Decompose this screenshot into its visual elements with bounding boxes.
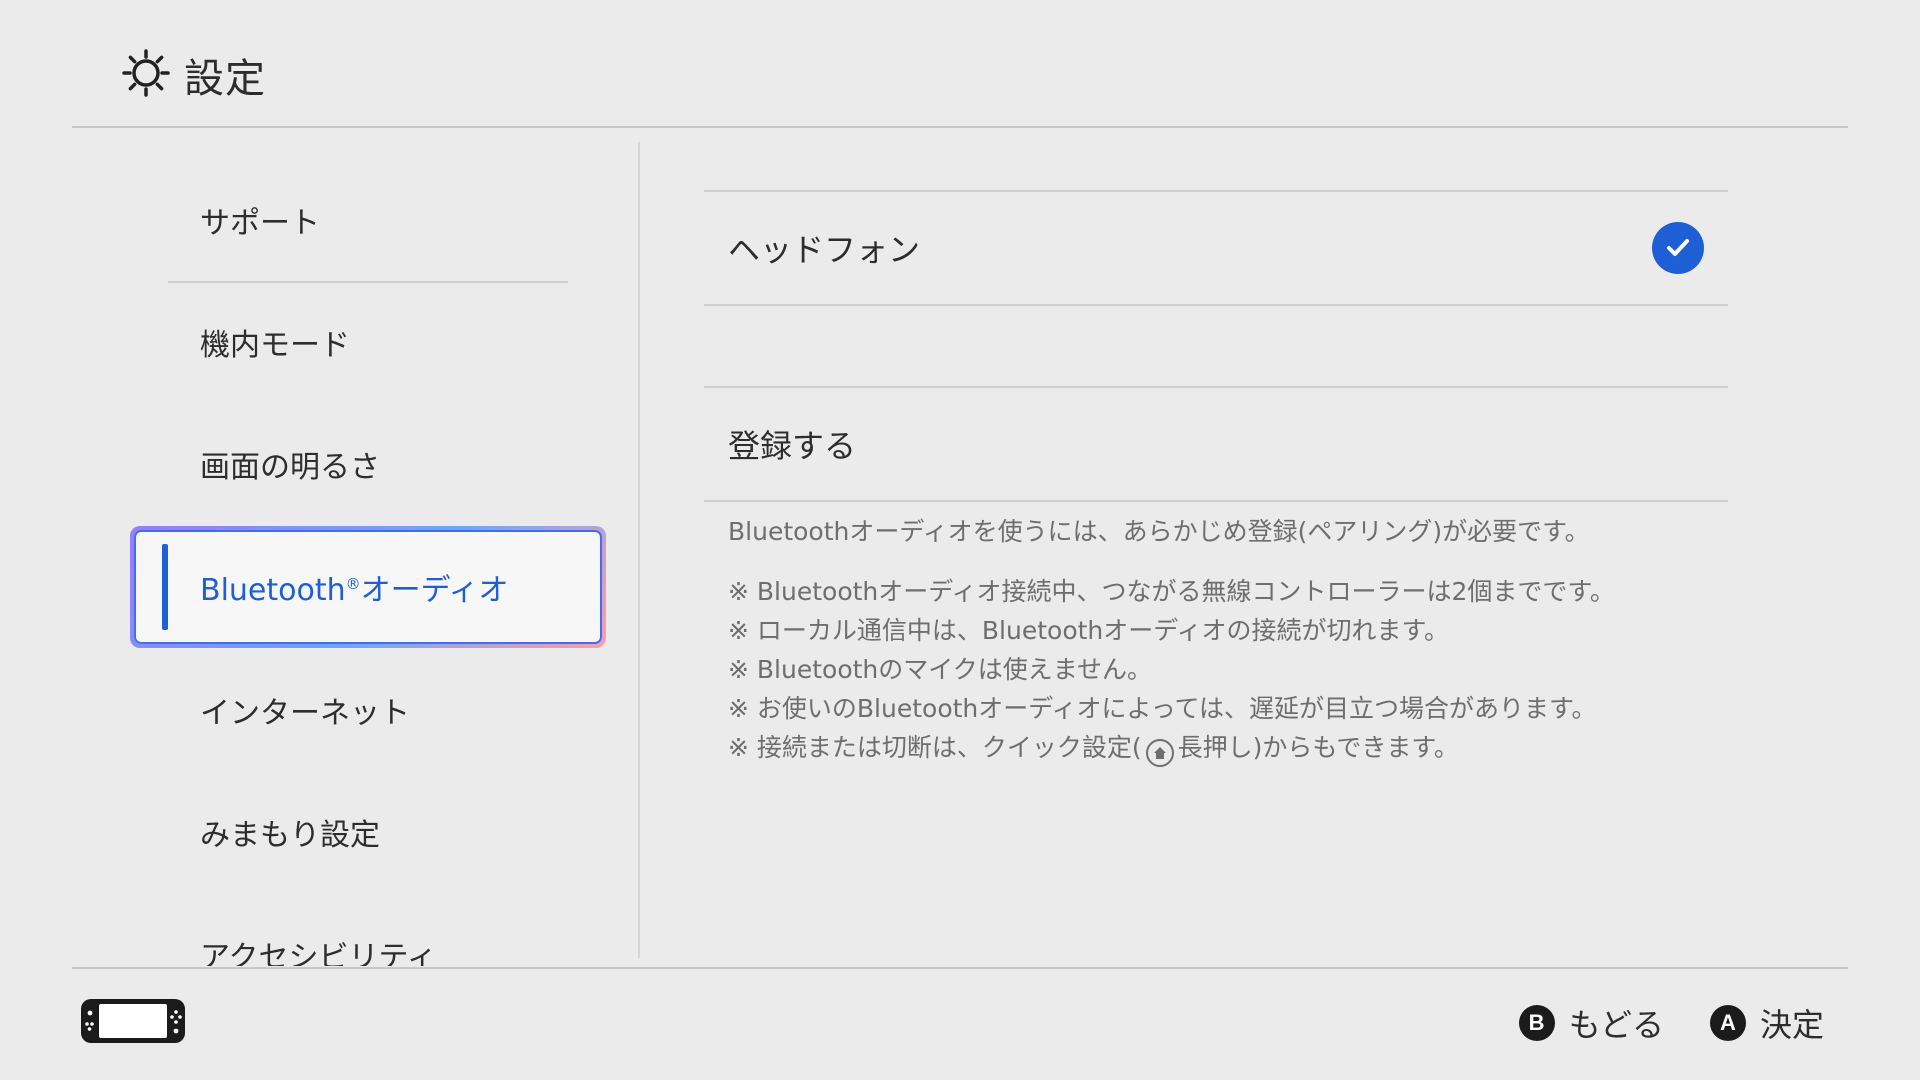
note-item: ※ ローカル通信中は、Bluetoothオーディオの接続が切れます。 bbox=[728, 616, 1450, 645]
sidebar-item-internet[interactable]: インターネット bbox=[130, 660, 606, 760]
confirm-label: 決定 bbox=[1759, 1006, 1824, 1044]
footer-actions: B もどる A 決定 bbox=[1518, 1000, 1824, 1046]
b-button-icon: B bbox=[1518, 1005, 1555, 1041]
page-title: 設定 bbox=[184, 56, 266, 102]
header-divider bbox=[72, 126, 1848, 128]
sidebar-item-label: アクセシビリティ bbox=[200, 940, 437, 966]
help-text: Bluetoothオーディオを使うには、あらかじめ登録(ペアリング)が必要です。… bbox=[728, 512, 1708, 767]
sidebar-item-support[interactable]: サポート bbox=[130, 170, 606, 270]
sidebar-item-airplane-mode[interactable]: 機内モード bbox=[130, 292, 606, 392]
row-divider bbox=[704, 500, 1728, 502]
pairing-description: Bluetoothオーディオを使うには、あらかじめ登録(ペアリング)が必要です。 bbox=[728, 517, 1590, 546]
sidebar-divider bbox=[168, 281, 568, 283]
sidebar-item-accessibility[interactable]: アクセシビリティ bbox=[130, 904, 606, 966]
device-name: ヘッドフォン bbox=[728, 231, 921, 269]
back-action[interactable]: B もどる bbox=[1518, 1000, 1664, 1046]
note-item: ※ Bluetoothのマイクは使えません。 bbox=[728, 655, 1153, 684]
sidebar-item-bluetooth-audio[interactable]: Bluetooth®オーディオ bbox=[130, 526, 606, 648]
register-label: 登録する bbox=[728, 427, 857, 465]
a-button-icon: A bbox=[1709, 1005, 1746, 1041]
sidebar-item-label: 機内モード bbox=[200, 328, 350, 363]
column-divider bbox=[638, 142, 640, 958]
row-divider bbox=[704, 304, 1728, 306]
checkmark-icon bbox=[1652, 222, 1704, 274]
sidebar-item-parental-controls[interactable]: みまもり設定 bbox=[130, 782, 606, 882]
console-handheld-icon bbox=[80, 998, 186, 1048]
device-row-headphones[interactable]: ヘッドフォン bbox=[704, 192, 1728, 304]
sidebar-item-label: Bluetooth®オーディオ bbox=[200, 573, 509, 608]
sidebar-item-label: 画面の明るさ bbox=[200, 450, 380, 485]
back-label: もどる bbox=[1568, 1006, 1664, 1044]
note-item: ※ 接続または切断は、クイック設定(長押し)からもできます。 bbox=[728, 728, 1708, 767]
selected-item-frame: Bluetooth®オーディオ bbox=[134, 530, 602, 644]
note-item: ※ お使いのBluetoothオーディオによっては、遅延が目立つ場合があります。 bbox=[728, 694, 1597, 723]
sidebar-item-brightness[interactable]: 画面の明るさ bbox=[130, 414, 606, 514]
footer-divider bbox=[72, 967, 1848, 969]
settings-sidebar: サポート 機内モード 画面の明るさ Bluetooth®オーディオ インターネッ… bbox=[130, 160, 606, 966]
sidebar-item-label: インターネット bbox=[200, 696, 410, 731]
page-header: 設定 bbox=[122, 48, 266, 102]
sidebar-item-label: サポート bbox=[200, 206, 320, 241]
confirm-action[interactable]: A 決定 bbox=[1709, 1000, 1824, 1046]
gear-icon bbox=[122, 49, 170, 101]
note-item: ※ Bluetoothオーディオ接続中、つながる無線コントローラーは2個までです… bbox=[728, 577, 1615, 606]
settings-screen: 設定 サポート 機内モード 画面の明るさ Bluetooth®オーディオ インタ… bbox=[0, 0, 1920, 1080]
sidebar-item-label: みまもり設定 bbox=[200, 818, 380, 853]
selection-indicator bbox=[162, 544, 168, 630]
home-button-icon bbox=[1145, 739, 1174, 767]
register-device-button[interactable]: 登録する bbox=[704, 388, 1728, 500]
